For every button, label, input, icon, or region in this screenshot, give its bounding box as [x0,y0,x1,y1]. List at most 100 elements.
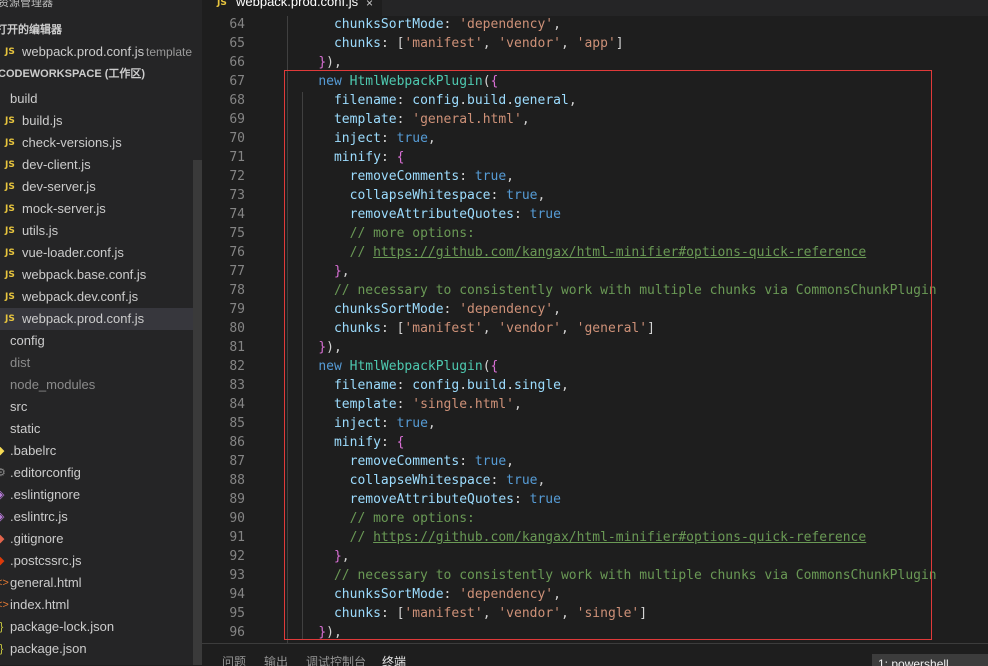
tree-item-label: build [10,91,38,106]
workspace-header[interactable]: CODEWORKSPACE (工作区) [0,63,145,85]
file-tree: build JS build.js JS check-versions.js JS dev-… [0,88,202,660]
line-number: 79 [229,302,245,317]
tree-item-static[interactable]: static [0,418,202,440]
tree-item-utils-js[interactable]: JS utils.js [0,220,202,242]
close-icon[interactable]: × [366,0,373,10]
tree-item-label: .babelrc [10,443,57,458]
code-token: : [443,17,460,32]
line-number: 86 [229,435,245,450]
html-file-icon: <> [0,599,9,611]
tree-item-gitignore[interactable]: ◆ .gitignore [0,528,202,550]
open-editors-header[interactable]: 打开的编辑器 [0,19,62,41]
line-number: 90 [229,511,245,526]
tree-item-webpack-base-conf-js[interactable]: JS webpack.base.conf.js [0,264,202,286]
tree-item-build-js[interactable]: JS build.js [0,110,202,132]
tree-item-label: .gitignore [10,531,64,546]
panel-tab-problems[interactable]: 问题 [222,655,246,666]
tree-item-dev-server-js[interactable]: JS dev-server.js [0,176,202,198]
line-number: 94 [229,587,245,602]
code-line: 65 chunks: ['manifest', 'vendor', 'app'] [202,34,988,53]
tree-item-label: utils.js [22,223,59,238]
code-token: ] [615,36,624,51]
git-file-icon: ◆ [0,533,5,545]
line-number: 82 [229,359,245,374]
tree-item-eslintignore[interactable]: ◈ .eslintignore [0,484,202,506]
line-number: 68 [229,93,245,108]
tree-item-dev-client-js[interactable]: JS dev-client.js [0,154,202,176]
line-number: 76 [229,245,245,260]
code-token: } [318,55,327,70]
gear-file-icon: ⚙ [0,467,6,479]
code-token: ), [326,55,342,70]
tree-item-postcssrc-js[interactable]: ◆ .postcssrc.js [0,550,202,572]
panel-tab-output[interactable]: 输出 [264,655,288,666]
babel-file-icon: ◆ [0,445,5,457]
tree-item-label: check-versions.js [22,135,122,150]
explorer-sidebar: 资源管理器 打开的编辑器 JS webpack.prod.conf.js tem… [0,0,202,665]
code-token: chunksSortMode [333,17,444,32]
code-editor[interactable]: 64 chunksSortMode: 'dependency', 65 chunk… [202,16,988,643]
js-file-icon: JS [5,204,15,214]
line-number: 77 [229,264,245,279]
js-file-icon: JS [5,116,15,126]
code-token: 'manifest' [404,36,483,51]
tree-item-package-json[interactable]: {} package.json [0,638,202,660]
tree-item-label: webpack.dev.conf.js [22,289,139,304]
tree-item-label: build.js [22,113,63,128]
tree-item-build[interactable]: build [0,88,202,110]
tree-item-check-versions-js[interactable]: JS check-versions.js [0,132,202,154]
tree-item-config[interactable]: config [0,330,202,352]
line-number: 64 [229,17,245,32]
tree-item-label: node_modules [10,377,96,392]
tree-item-editorconfig[interactable]: ⚙ .editorconfig [0,462,202,484]
line-number: 84 [229,397,245,412]
tab-label: webpack.prod.conf.js [236,0,359,9]
line-number: 85 [229,416,245,431]
panel-tab-terminal[interactable]: 终端 [382,655,406,666]
tree-item-label: index.html [10,597,70,612]
terminal-select[interactable]: 1: powershell [872,654,988,666]
tree-item-general-html[interactable]: <>general.html [0,572,202,594]
tree-item-eslintrc-js[interactable]: ◈ .eslintrc.js [0,506,202,528]
code-token: : [ [380,36,405,51]
tree-item-label: config [10,333,45,348]
tree-item-babelrc[interactable]: ◆ .babelrc [0,440,202,462]
tree-item-package-lock-json[interactable]: {} package-lock.json [0,616,202,638]
js-file-icon: JS [5,47,15,57]
panel-tab-debug-console[interactable]: 调试控制台 [306,655,366,666]
html-file-icon: <> [0,577,9,589]
line-number: 93 [229,568,245,583]
tree-item-vue-loader-conf-js[interactable]: JS vue-loader.conf.js [0,242,202,264]
json-file-icon: {} [0,643,4,655]
tree-item-node-modules[interactable]: node_modules [0,374,202,396]
tree-item-label: package-lock.json [10,619,115,634]
line-number: 92 [229,549,245,564]
line-number: 83 [229,378,245,393]
tree-item-index-html[interactable]: <>index.html [0,594,202,616]
tree-item-label: static [10,421,41,436]
js-file-icon: JS [217,0,227,8]
open-editor-item[interactable]: JS webpack.prod.conf.js template [0,41,202,63]
line-number: 96 [229,625,245,640]
line-number: 75 [229,226,245,241]
tree-item-dist[interactable]: dist [0,352,202,374]
tab-webpack-prod-conf[interactable]: JS webpack.prod.conf.js × [202,0,382,16]
sidebar-scrollbar[interactable] [193,160,202,665]
tree-item-label: general.html [10,575,82,590]
tree-item-mock-server-js[interactable]: JS mock-server.js [0,198,202,220]
code-token: 'dependency' [459,17,554,32]
code-line: 64 chunksSortMode: 'dependency', [202,16,988,34]
tree-item-webpack-dev-conf-js[interactable]: JS webpack.dev.conf.js [0,286,202,308]
code-token: 'app' [576,36,616,51]
tree-item-src[interactable]: src [0,396,202,418]
tree-item-label: .postcssrc.js [10,553,82,568]
code-text: chunksSortMode: 'dependency', [287,16,561,34]
tree-item-label: dev-client.js [22,157,91,172]
line-number: 80 [229,321,245,336]
highlight-annotation-box [284,70,932,640]
eslint-file-icon: ◈ [0,489,5,501]
tree-item-webpack-prod-conf-js[interactable]: JS webpack.prod.conf.js [0,308,202,330]
